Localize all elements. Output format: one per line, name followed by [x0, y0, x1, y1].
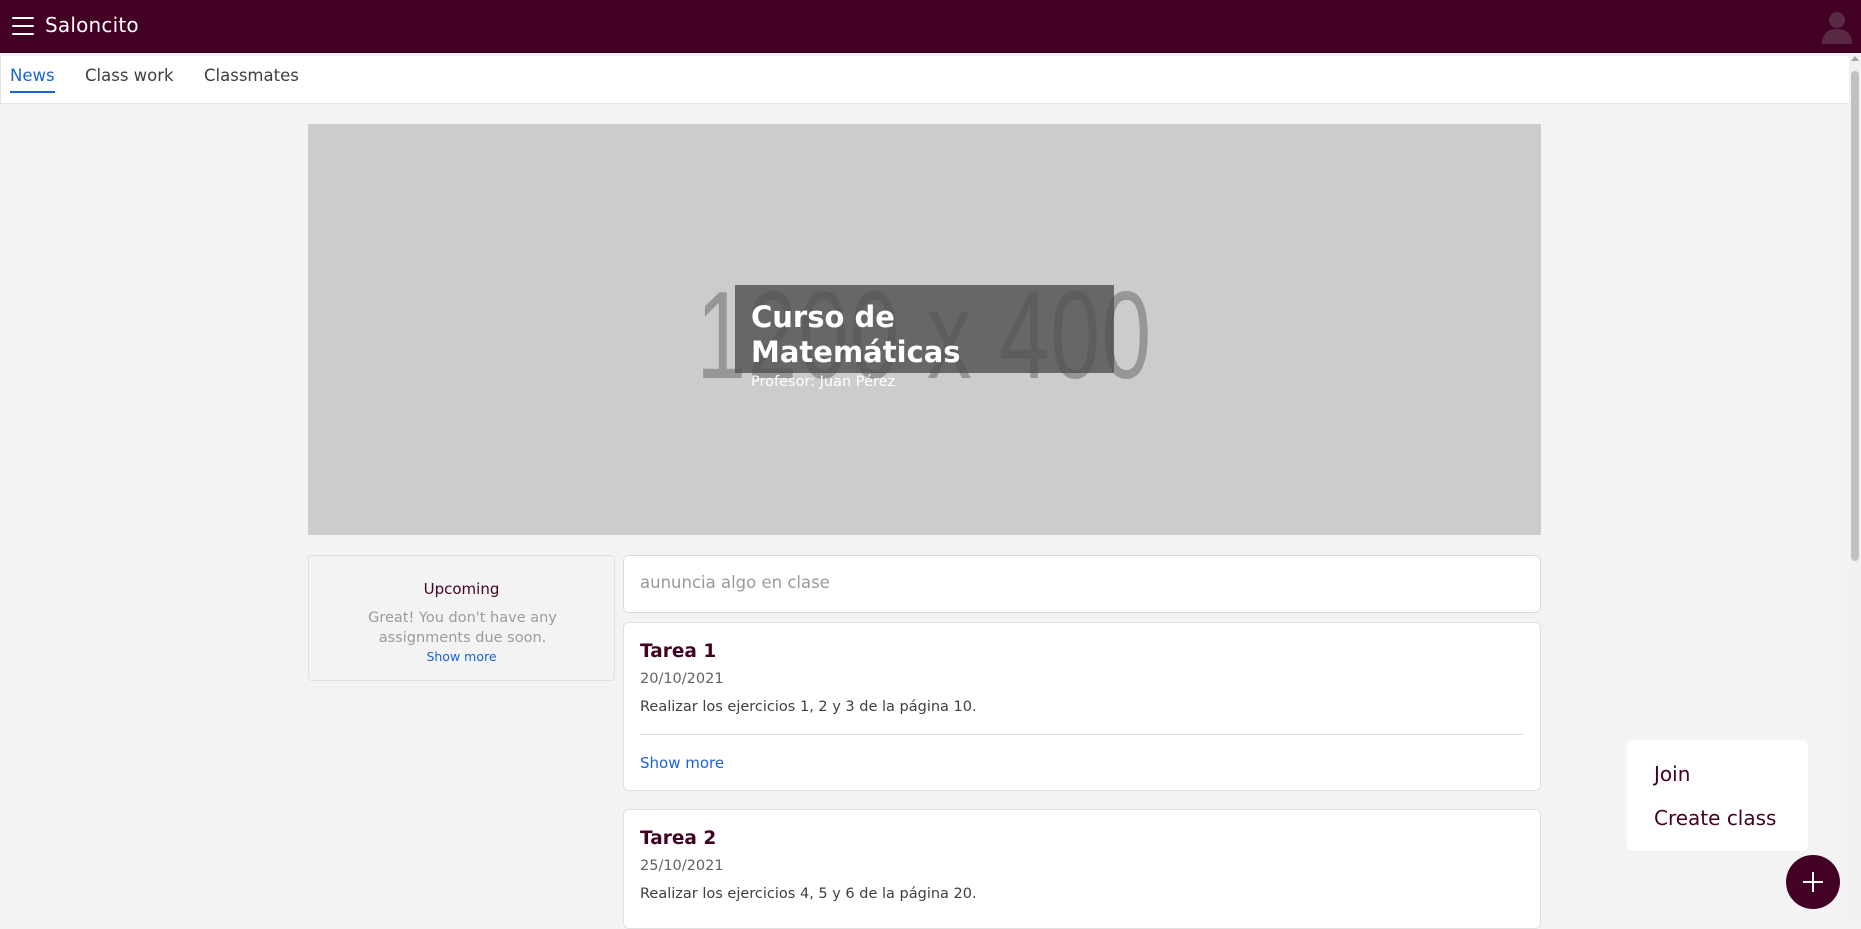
vertical-scrollbar[interactable]	[1849, 53, 1861, 920]
class-banner: 1200 x 400 Curso de Matemáticas Profesor…	[308, 124, 1541, 535]
tab-class-work[interactable]: Class work	[85, 66, 174, 91]
task-title: Tarea 1	[640, 641, 717, 662]
upcoming-message: Great! You don't have any assignments du…	[368, 610, 557, 646]
app-title: Saloncito	[45, 13, 139, 37]
menu-icon[interactable]	[11, 15, 35, 37]
create-class-menu-item[interactable]: Create class	[1654, 806, 1776, 830]
banner-title-box: Curso de Matemáticas Profesor: Juan Pére…	[735, 285, 1114, 390]
user-avatar-icon[interactable]	[1820, 8, 1854, 44]
upcoming-panel: Upcoming Great! You don't have any assig…	[308, 555, 615, 681]
tab-news[interactable]: News	[10, 66, 55, 93]
upcoming-show-more-link[interactable]: Show more	[309, 649, 614, 664]
task-description: Realizar los ejercicios 4, 5 y 6 de la p…	[640, 886, 977, 902]
add-button[interactable]	[1786, 855, 1840, 909]
scrollbar-thumb[interactable]	[1851, 71, 1859, 561]
task-title: Tarea 2	[640, 828, 717, 849]
task-description: Realizar los ejercicios 1, 2 y 3 de la p…	[640, 699, 977, 715]
fab-menu: Join Create class	[1627, 740, 1808, 851]
join-class-menu-item[interactable]: Join	[1654, 762, 1690, 786]
task-divider	[640, 734, 1524, 735]
upcoming-title: Upcoming	[423, 580, 500, 598]
course-professor: Profesor: Juan Pérez	[751, 373, 896, 390]
task-show-more-link[interactable]: Show more	[640, 754, 724, 772]
task-date: 20/10/2021	[640, 671, 724, 687]
announce-box[interactable]	[623, 555, 1541, 613]
task-card: Tarea 1 20/10/2021 Realizar los ejercici…	[623, 622, 1541, 791]
task-card: Tarea 2 25/10/2021 Realizar los ejercici…	[623, 809, 1541, 929]
tab-bar: News Class work Classmates	[0, 56, 1849, 104]
course-title: Curso de Matemáticas	[751, 300, 961, 369]
task-date: 25/10/2021	[640, 858, 724, 874]
top-app-bar: Saloncito	[0, 0, 1861, 53]
announce-input[interactable]	[640, 573, 1524, 592]
tab-classmates[interactable]: Classmates	[204, 66, 299, 91]
scroll-up-icon[interactable]	[1851, 56, 1859, 61]
